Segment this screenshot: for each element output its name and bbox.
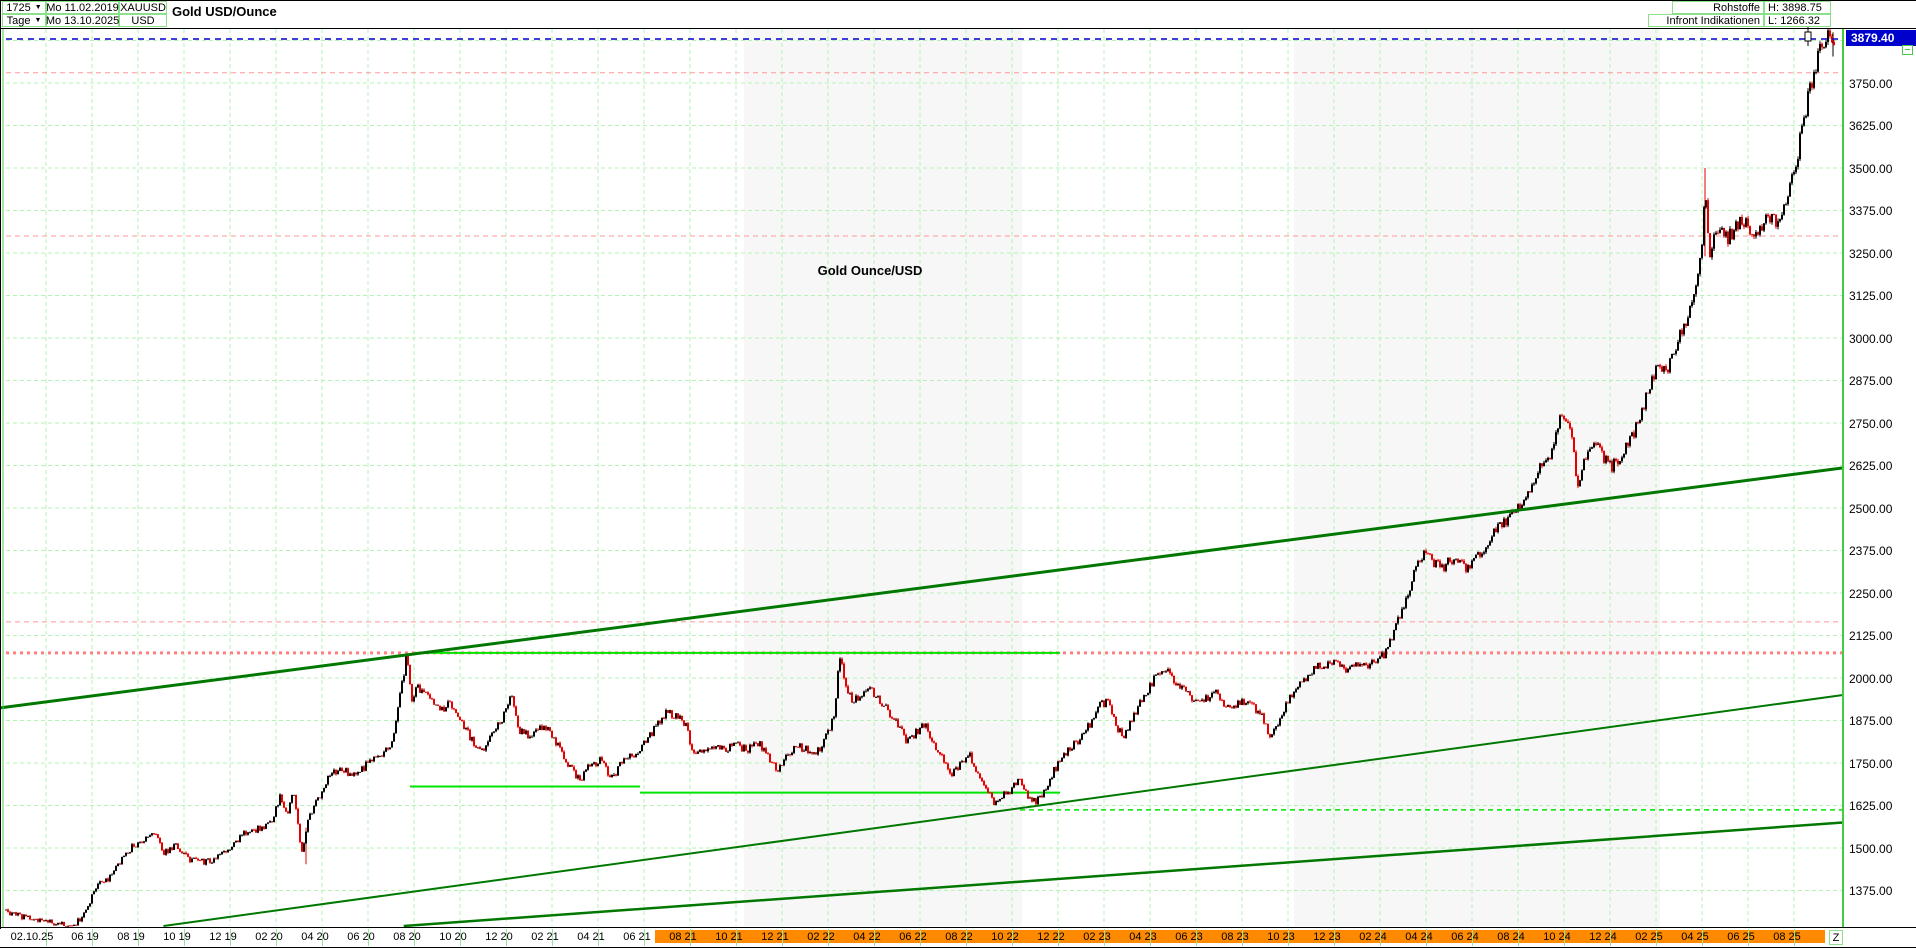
x-axis-label: 12 19 <box>201 931 245 943</box>
y-axis-label: 1875.00 <box>1849 714 1892 728</box>
x-axis-label: 12 20 <box>477 931 521 943</box>
last-price-badge: 3879.40 <box>1846 30 1916 46</box>
x-axis-label: 10 24 <box>1535 931 1579 943</box>
period-high-label: H: 3898.75 <box>1764 1 1831 14</box>
x-axis-label: 04 23 <box>1121 931 1165 943</box>
x-axis-label: 08 23 <box>1213 931 1257 943</box>
x-axis-label: 04 22 <box>845 931 889 943</box>
y-axis-label: 3500.00 <box>1849 162 1892 176</box>
x-axis-label: 02.10.25 <box>10 931 54 943</box>
provider-label: Infront Indikationen <box>1648 14 1764 27</box>
y-axis-label: 1375.00 <box>1849 884 1892 898</box>
symbol-field[interactable]: XAUUSD <box>119 1 167 14</box>
x-axis-label: 02 20 <box>247 931 291 943</box>
y-axis-label: 3625.00 <box>1849 119 1892 133</box>
period-dropdown[interactable]: Tage ▼ <box>2 14 46 27</box>
x-axis-label: 10 22 <box>983 931 1027 943</box>
x-axis-label: 06 22 <box>891 931 935 943</box>
plot-bottom-border <box>0 927 1916 928</box>
crosshair-cursor-icon <box>1805 27 1811 46</box>
category-label: Rohstoffe <box>1672 1 1764 14</box>
y-axis-label: 1750.00 <box>1849 757 1892 771</box>
x-axis-label: 12 21 <box>753 931 797 943</box>
chart-title: Gold USD/Ounce <box>172 4 277 19</box>
x-axis-label: 08 20 <box>385 931 429 943</box>
trading-chart-window: 1725 ▼ Mo 11.02.2019 XAUUSD Tage ▼ Mo 13… <box>0 0 1916 948</box>
period-low-label: L: 1266.32 <box>1764 14 1831 27</box>
y-axis-label: 2750.00 <box>1849 417 1892 431</box>
x-axis-label: 08 21 <box>661 931 705 943</box>
x-axis-label: 08 24 <box>1489 931 1533 943</box>
x-axis-label: 02 23 <box>1075 931 1119 943</box>
y-axis-label: 1625.00 <box>1849 799 1892 813</box>
x-axis-label: 02 25 <box>1627 931 1671 943</box>
x-axis-label: 10 19 <box>155 931 199 943</box>
y-axis-label: 3125.00 <box>1849 289 1892 303</box>
candlestick-chart[interactable] <box>0 0 1916 948</box>
x-axis-label: 06 20 <box>339 931 383 943</box>
x-axis-label: 10 21 <box>707 931 751 943</box>
bars-count-dropdown[interactable]: 1725 ▼ <box>2 1 46 14</box>
x-axis-label: 06 23 <box>1167 931 1211 943</box>
y-axis-label: 2625.00 <box>1849 459 1892 473</box>
left-border <box>0 0 1 948</box>
x-axis-label: 12 24 <box>1581 931 1625 943</box>
x-axis-label: 04 25 <box>1673 931 1717 943</box>
end-date-field[interactable]: Mo 13.10.2025 <box>46 14 119 27</box>
x-axis-label: 04 21 <box>569 931 613 943</box>
x-axis-label: 08 19 <box>109 931 153 943</box>
header-divider <box>0 28 1916 29</box>
start-date-field[interactable]: Mo 11.02.2019 <box>46 1 119 14</box>
x-axis-label: 08 22 <box>937 931 981 943</box>
y-axis-label: 3250.00 <box>1849 247 1892 261</box>
background-bands <box>744 29 1660 926</box>
x-axis-label: 04 20 <box>293 931 337 943</box>
chevron-down-icon: ▼ <box>34 17 41 24</box>
x-axis-label: 02 24 <box>1351 931 1395 943</box>
y-axis-label: 2000.00 <box>1849 672 1892 686</box>
y-axis-label: 3375.00 <box>1849 204 1892 218</box>
collapse-icon[interactable] <box>1902 45 1913 55</box>
chevron-down-icon: ▼ <box>35 4 42 11</box>
y-axis-label: 2125.00 <box>1849 629 1892 643</box>
x-axis-label: 02 21 <box>523 931 567 943</box>
y-axis-label: 2500.00 <box>1849 502 1892 516</box>
bars-count-value: 1725 <box>6 2 30 14</box>
y-axis-label: 3750.00 <box>1849 77 1892 91</box>
x-axis-label: 04 24 <box>1397 931 1441 943</box>
x-axis-label: 06 24 <box>1443 931 1487 943</box>
y-axis-label: 2250.00 <box>1849 587 1892 601</box>
y-axis-label: 2375.00 <box>1849 544 1892 558</box>
x-axis-label: 08 25 <box>1765 931 1809 943</box>
chart-annotation: Gold Ounce/USD <box>790 263 950 278</box>
currency-field: USD <box>119 14 167 27</box>
x-axis-label: 06 21 <box>615 931 659 943</box>
x-axis-label: 10 20 <box>431 931 475 943</box>
y-axis-label: 1500.00 <box>1849 842 1892 856</box>
top-border <box>0 0 1916 1</box>
y-axis-label: 2875.00 <box>1849 374 1892 388</box>
y-axis-label: 3000.00 <box>1849 332 1892 346</box>
x-axis-label: 02 22 <box>799 931 843 943</box>
x-axis-label: 12 23 <box>1305 931 1349 943</box>
x-axis-label: 06 19 <box>63 931 107 943</box>
x-axis-label: 06 25 <box>1719 931 1763 943</box>
x-axis-label: 10 23 <box>1259 931 1303 943</box>
zoom-reset-button[interactable]: Z <box>1829 930 1843 945</box>
x-axis-label: 12 22 <box>1029 931 1073 943</box>
period-value: Tage <box>7 15 31 27</box>
